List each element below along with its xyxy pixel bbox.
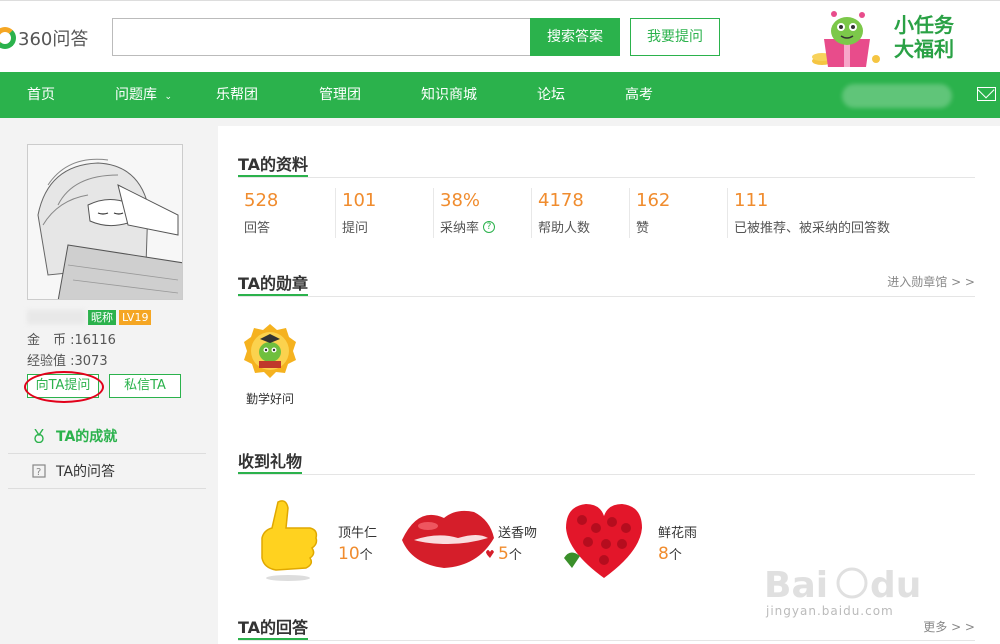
user-name-blurred xyxy=(27,310,85,324)
gift-name: 送香吻 xyxy=(498,526,538,541)
gift-count: 10个 xyxy=(338,544,373,564)
logo-ring-icon xyxy=(0,27,16,49)
gift-name: 鲜花雨 xyxy=(658,526,698,541)
stat-helped-people[interactable]: 4178 帮助人数 xyxy=(538,190,590,240)
medal-hall-link[interactable]: 进入勋章馆 > > xyxy=(887,273,975,290)
stat-separator xyxy=(629,188,630,238)
stat-recommended-answers[interactable]: 111 已被推荐、被采纳的回答数 xyxy=(734,190,890,240)
stat-questions[interactable]: 101 提问 xyxy=(342,190,376,240)
nick-badge: 昵称 xyxy=(88,309,116,325)
mascot-gift-icon xyxy=(812,11,880,67)
section-divider xyxy=(238,296,975,297)
help-icon[interactable]: ? xyxy=(483,220,496,233)
nav-item-help-group[interactable]: 乐帮团 xyxy=(216,72,258,118)
promo-text: 小任务 大福利 xyxy=(894,13,954,61)
nav-item-admin-group[interactable]: 管理团 xyxy=(319,72,361,118)
profile-sidebar: 昵称 LV19 金 币 :16116 经验值 :3073 向TA提问 私信TA … xyxy=(0,118,216,644)
coins-stat: 金 币 :16116 xyxy=(27,333,116,348)
nav-item-question-bank[interactable]: 问题库 ⌄ xyxy=(115,72,172,118)
search-input[interactable] xyxy=(112,18,532,56)
avatar xyxy=(27,144,183,300)
ask-ta-button[interactable]: 向TA提问 xyxy=(27,374,99,398)
ask-question-button[interactable]: 我要提问 xyxy=(630,18,720,56)
svg-text:Bai: Bai xyxy=(764,565,828,606)
section-divider xyxy=(238,474,975,475)
message-ta-button[interactable]: 私信TA xyxy=(109,374,181,398)
stat-separator xyxy=(531,188,532,238)
side-menu-achievements[interactable]: TA的成就 xyxy=(8,418,206,454)
nav-item-home[interactable]: 首页 xyxy=(27,72,55,118)
stat-answers[interactable]: 528 回答 xyxy=(244,190,278,240)
section-title-info: TA的资料 xyxy=(238,155,309,174)
watermark-subtext: jingyan.baidu.com xyxy=(766,604,894,618)
logo-text: 360问答 xyxy=(18,29,89,50)
kiss-lips-icon[interactable] xyxy=(398,498,498,582)
site-logo[interactable]: 360问答 xyxy=(0,25,88,51)
svg-text:?: ? xyxy=(36,467,41,478)
nav-item-knowledge-mall[interactable]: 知识商城 xyxy=(421,72,477,118)
question-doc-icon: ? xyxy=(32,464,46,478)
exp-stat: 经验值 :3073 xyxy=(27,354,108,369)
nav-item-forum[interactable]: 论坛 xyxy=(537,72,565,118)
medal-icon xyxy=(34,429,44,443)
stat-separator xyxy=(433,188,434,238)
gift-name: 顶牛仁 xyxy=(338,526,378,541)
avatar-sketch-icon xyxy=(28,145,182,299)
mail-icon[interactable] xyxy=(977,87,996,101)
nav-item-gaokao[interactable]: 高考 xyxy=(625,72,653,118)
side-divider xyxy=(8,488,206,489)
medal-label: 勤学好问 xyxy=(246,392,295,406)
section-title-gifts: 收到礼物 xyxy=(238,452,303,471)
user-area-blurred[interactable] xyxy=(842,84,952,108)
stat-separator xyxy=(727,188,728,238)
main-nav: 首页 问题库 ⌄ 乐帮团 管理团 知识商城 论坛 高考 xyxy=(0,72,1000,118)
thumbs-up-icon[interactable] xyxy=(256,498,320,582)
section-divider xyxy=(238,177,975,178)
stat-likes[interactable]: 162 赞 xyxy=(636,190,670,240)
stat-accept-rate[interactable]: 38% 采纳率? xyxy=(440,190,496,240)
promo-banner[interactable]: 小任务 大福利 xyxy=(800,5,990,69)
section-divider xyxy=(238,640,975,641)
search-button[interactable]: 搜索答案 xyxy=(530,18,620,56)
section-title-medals: TA的勋章 xyxy=(238,274,309,293)
svg-text:du: du xyxy=(870,565,921,606)
section-title-answers: TA的回答 xyxy=(238,618,309,637)
level-badge: LV19 xyxy=(119,309,152,325)
user-name-row: 昵称 LV19 xyxy=(27,309,152,325)
stat-separator xyxy=(335,188,336,238)
side-menu-qa[interactable]: ? TA的问答 xyxy=(8,453,206,489)
site-header: 360问答 搜索答案 我要提问 小任务 大福利 xyxy=(0,0,1000,72)
gift-count: 5个 xyxy=(498,544,522,564)
medal-diligent-icon[interactable] xyxy=(242,322,298,378)
gift-count: 8个 xyxy=(658,544,682,564)
chevron-down-icon: ⌄ xyxy=(164,92,172,102)
rose-heart-icon[interactable] xyxy=(560,498,648,582)
